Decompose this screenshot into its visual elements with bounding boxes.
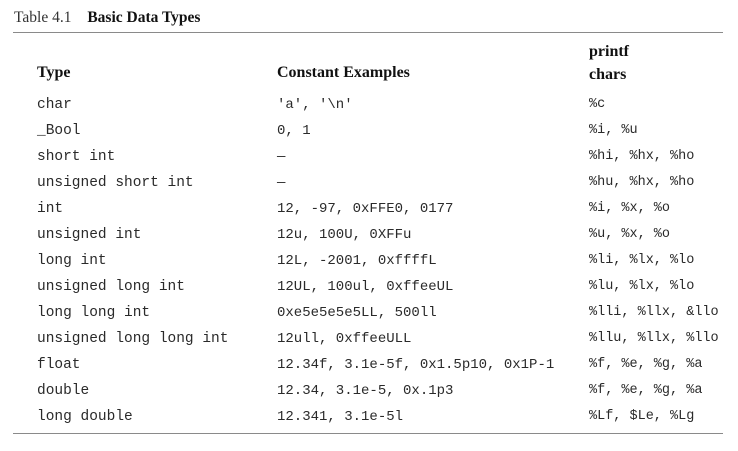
table-row: unsigned short int — %hu, %hx, %ho bbox=[0, 170, 738, 196]
type-cell: char bbox=[37, 97, 72, 113]
table-row: _Bool 0, 1 %i, %u bbox=[0, 118, 738, 144]
constant-examples-cell: 12ull, 0xffeeULL bbox=[277, 331, 412, 347]
printf-chars-cell: %hi, %hx, %ho bbox=[589, 149, 695, 164]
constant-examples-cell: 12L, -2001, 0xffffL bbox=[277, 253, 437, 269]
type-cell: double bbox=[37, 383, 90, 399]
table-body: char 'a', '\n' %c _Bool 0, 1 %i, %u shor… bbox=[0, 92, 738, 430]
table-row: float 12.34f, 3.1e-5f, 0x1.5p10, 0x1P-1 … bbox=[0, 352, 738, 378]
printf-chars-cell: %c bbox=[589, 97, 606, 112]
table-row: long int 12L, -2001, 0xffffL %li, %lx, %… bbox=[0, 248, 738, 274]
table-caption: Table 4.1 Basic Data Types bbox=[14, 9, 200, 27]
type-cell: short int bbox=[37, 149, 116, 165]
type-cell: unsigned long long int bbox=[37, 331, 229, 347]
table-row: long double 12.341, 3.1e-5l %Lf, $Le, %L… bbox=[0, 404, 738, 430]
table-row: short int — %hi, %hx, %ho bbox=[0, 144, 738, 170]
table-title: Basic Data Types bbox=[87, 9, 201, 26]
printf-chars-cell: %i, %x, %o bbox=[589, 201, 671, 216]
column-header-printf-chars: printf chars bbox=[589, 43, 629, 83]
constant-examples-cell: 12UL, 100ul, 0xffeeUL bbox=[277, 279, 454, 295]
type-cell: unsigned short int bbox=[37, 175, 194, 191]
column-header-constant-examples: Constant Examples bbox=[277, 64, 410, 81]
constant-examples-cell: 12, -97, 0xFFE0, 0177 bbox=[277, 201, 454, 217]
constant-examples-cell: 12u, 100U, 0XFFu bbox=[277, 227, 412, 243]
constant-examples-cell: 0, 1 bbox=[277, 123, 311, 139]
printf-chars-cell: %hu, %hx, %ho bbox=[589, 175, 695, 190]
constant-examples-cell: 12.34, 3.1e-5, 0x.1p3 bbox=[277, 383, 454, 399]
printf-chars-cell: %f, %e, %g, %a bbox=[589, 383, 703, 398]
constant-examples-cell: 12.34f, 3.1e-5f, 0x1.5p10, 0x1P-1 bbox=[277, 357, 555, 373]
type-cell: long int bbox=[37, 253, 107, 269]
printf-chars-cell: %lu, %lx, %lo bbox=[589, 279, 695, 294]
constant-examples-cell: 0xe5e5e5e5LL, 500ll bbox=[277, 305, 437, 321]
table-row: unsigned long int 12UL, 100ul, 0xffeeUL … bbox=[0, 274, 738, 300]
table-row: double 12.34, 3.1e-5, 0x.1p3 %f, %e, %g,… bbox=[0, 378, 738, 404]
type-cell: long double bbox=[37, 409, 133, 425]
printf-chars-cell: %llu, %llx, %llo bbox=[589, 331, 719, 346]
constant-examples-cell: — bbox=[277, 175, 286, 191]
type-cell: long long int bbox=[37, 305, 151, 321]
constant-examples-cell: 'a', '\n' bbox=[277, 97, 353, 113]
table-row: unsigned int 12u, 100U, 0XFFu %u, %x, %o bbox=[0, 222, 738, 248]
table-row: long long int 0xe5e5e5e5LL, 500ll %lli, … bbox=[0, 300, 738, 326]
printf-chars-cell: %lli, %llx, &llo bbox=[589, 305, 719, 320]
table-row: char 'a', '\n' %c bbox=[0, 92, 738, 118]
printf-chars-cell: %li, %lx, %lo bbox=[589, 253, 695, 268]
table-row: int 12, -97, 0xFFE0, 0177 %i, %x, %o bbox=[0, 196, 738, 222]
printf-chars-cell: %f, %e, %g, %a bbox=[589, 357, 703, 372]
type-cell: int bbox=[37, 201, 64, 217]
printf-chars-cell: %Lf, $Le, %Lg bbox=[589, 409, 695, 424]
table-number: Table 4.1 bbox=[14, 9, 72, 26]
type-cell: unsigned long int bbox=[37, 279, 185, 295]
column-header-type: Type bbox=[37, 64, 71, 81]
constant-examples-cell: 12.341, 3.1e-5l bbox=[277, 409, 404, 425]
table-row: unsigned long long int 12ull, 0xffeeULL … bbox=[0, 326, 738, 352]
printf-chars-cell: %i, %u bbox=[589, 123, 638, 138]
top-rule bbox=[13, 32, 723, 33]
constant-examples-cell: — bbox=[277, 149, 286, 165]
type-cell: float bbox=[37, 357, 81, 373]
type-cell: unsigned int bbox=[37, 227, 142, 243]
type-cell: _Bool bbox=[37, 123, 81, 139]
bottom-rule bbox=[13, 433, 723, 434]
printf-chars-cell: %u, %x, %o bbox=[589, 227, 671, 242]
